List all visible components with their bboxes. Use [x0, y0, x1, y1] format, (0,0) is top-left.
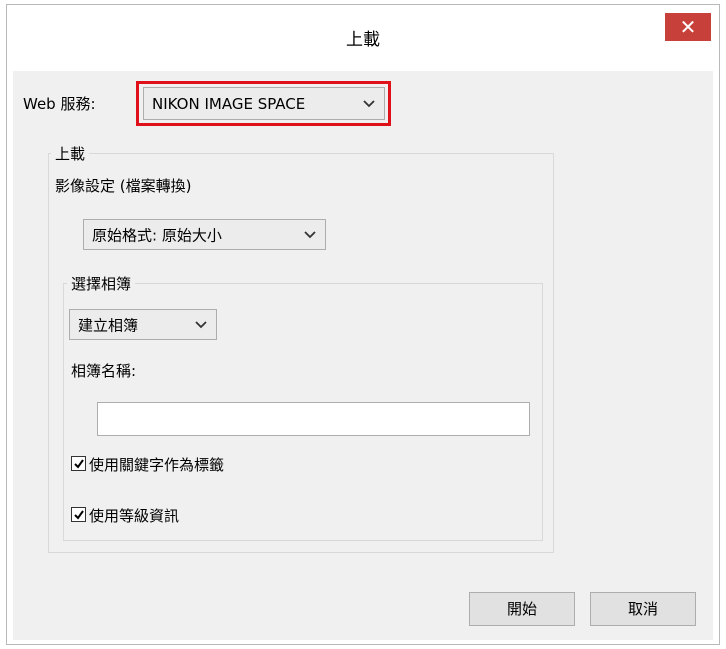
keywords-checkbox[interactable] [71, 456, 86, 471]
chevron-down-icon [304, 230, 316, 238]
close-button[interactable]: ✕ [665, 13, 711, 41]
dialog-client-area: Web 服務: NIKON IMAGE SPACE 上載 影像設定 (檔案轉換)… [13, 71, 713, 640]
web-service-dropdown[interactable]: NIKON IMAGE SPACE [143, 87, 385, 120]
image-settings-label: 影像設定 (檔案轉換) [55, 177, 192, 195]
title-bar[interactable]: 上載 ✕ [7, 5, 719, 71]
format-dropdown[interactable]: 原始格式: 原始大小 [83, 219, 326, 250]
album-mode-selected: 建立相簿 [78, 316, 139, 334]
web-service-selected: NIKON IMAGE SPACE [152, 94, 306, 113]
upload-group-label: 上載 [51, 143, 90, 164]
chevron-down-icon [363, 99, 375, 107]
web-service-label: Web 服務: [23, 95, 96, 113]
dialog-title: 上載 [346, 30, 380, 50]
checkmark-icon [74, 459, 84, 469]
cancel-button[interactable]: 取消 [590, 592, 696, 626]
album-group-label: 選擇相簿 [67, 273, 136, 294]
upload-dialog: 上載 ✕ Web 服務: NIKON IMAGE SPACE 上載 影像設定 (… [6, 4, 720, 645]
chevron-down-icon [195, 320, 207, 328]
start-button[interactable]: 開始 [469, 592, 575, 626]
close-icon: ✕ [679, 15, 697, 39]
album-name-input[interactable] [97, 402, 530, 436]
checkmark-icon [74, 510, 84, 520]
format-selected: 原始格式: 原始大小 [92, 226, 222, 244]
keywords-checkbox-label[interactable]: 使用關鍵字作為標籤 [89, 454, 224, 475]
album-name-label: 相簿名稱: [71, 362, 137, 380]
rating-checkbox-label[interactable]: 使用等級資訊 [89, 505, 179, 526]
rating-checkbox[interactable] [71, 507, 86, 522]
album-mode-dropdown[interactable]: 建立相簿 [69, 309, 217, 340]
